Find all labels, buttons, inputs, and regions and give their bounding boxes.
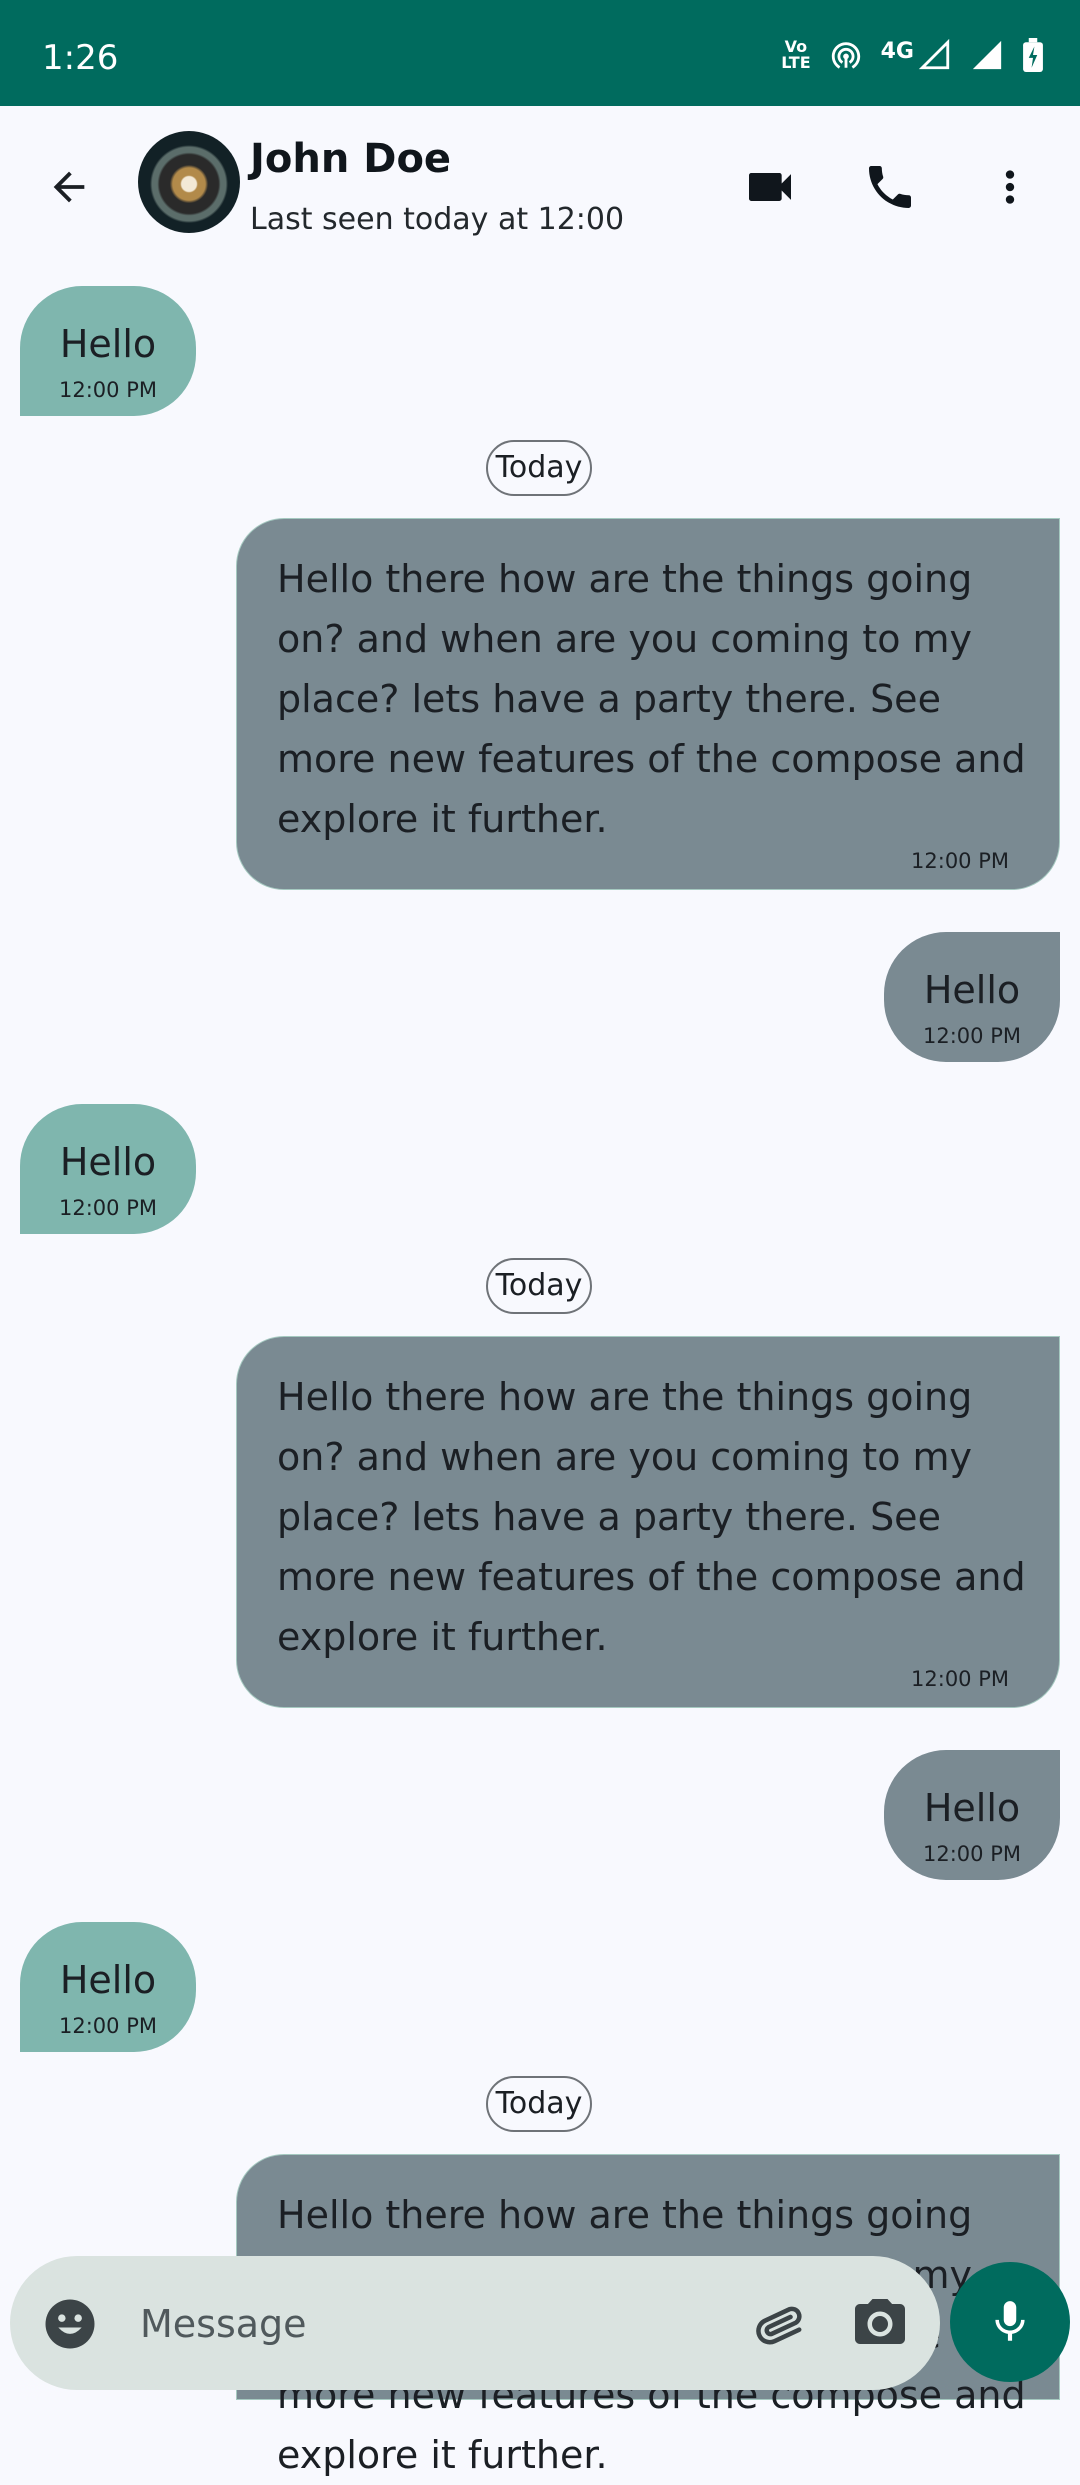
volte-bottom-label: LTE <box>781 53 811 72</box>
message-time: 12:00 PM <box>911 1667 1009 1691</box>
message-time: 12:00 PM <box>911 849 1009 873</box>
emoji-icon[interactable] <box>42 2296 98 2352</box>
message-text: Hello <box>923 968 1021 1012</box>
message-time: 12:00 PM <box>923 1024 1021 1048</box>
contact-name[interactable]: John Doe <box>250 136 451 182</box>
mic-icon <box>995 2301 1025 2341</box>
more-options-button[interactable] <box>975 152 1045 222</box>
incoming-message[interactable]: Hello 12:00 PM <box>20 286 196 416</box>
message-text: Hello there how are the things going on?… <box>277 557 1026 841</box>
outgoing-message[interactable]: Hello there how are the things going on?… <box>236 1336 1060 1708</box>
message-time: 12:00 PM <box>923 1842 1021 1866</box>
message-time: 12:00 PM <box>59 2014 157 2038</box>
voice-call-button[interactable] <box>855 152 925 222</box>
status-icons: Vo LTE 4G <box>781 38 1044 72</box>
battery-icon <box>1023 38 1043 72</box>
network-type: 4G <box>880 38 914 64</box>
date-separator: Today <box>486 1258 592 1314</box>
signal-full-icon <box>972 40 1002 70</box>
message-text: Hello <box>923 1786 1021 1830</box>
message-input[interactable] <box>138 2290 702 2358</box>
message-composer <box>10 2256 940 2390</box>
signal-icon <box>918 38 950 70</box>
status-bar: 1:26 Vo LTE 4G <box>0 0 1080 106</box>
message-time: 12:00 PM <box>59 378 157 402</box>
last-seen-status: Last seen today at 12:00 <box>250 202 625 237</box>
camera-icon[interactable] <box>850 2294 910 2354</box>
hotspot-icon <box>831 42 860 69</box>
back-button[interactable] <box>34 152 104 222</box>
voice-record-button[interactable] <box>950 2262 1070 2382</box>
date-separator: Today <box>486 2076 592 2132</box>
outgoing-message[interactable]: Hello 12:00 PM <box>884 1750 1060 1880</box>
arrow-back-icon <box>53 171 85 203</box>
incoming-message[interactable]: Hello 12:00 PM <box>20 1104 196 1234</box>
attach-icon[interactable] <box>750 2294 810 2354</box>
message-text: Hello there how are the things going on?… <box>277 1375 1026 1659</box>
incoming-message[interactable]: Hello 12:00 PM <box>20 1922 196 2052</box>
message-text: Hello <box>59 1958 157 2002</box>
volte-indicator: Vo LTE <box>781 39 810 71</box>
date-separator: Today <box>486 440 592 496</box>
outgoing-message[interactable]: Hello 12:00 PM <box>884 932 1060 1062</box>
message-text: Hello <box>59 322 157 366</box>
message-time: 12:00 PM <box>59 1196 157 1220</box>
message-text: Hello <box>59 1140 157 1184</box>
video-call-button[interactable] <box>735 152 805 222</box>
videocam-icon <box>749 173 791 201</box>
avatar[interactable] <box>138 131 240 233</box>
chat-app-bar: John Doe Last seen today at 12:00 <box>0 106 1080 266</box>
status-time: 1:26 <box>42 38 119 78</box>
outgoing-message[interactable]: Hello there how are the things going on?… <box>236 518 1060 890</box>
phone-icon <box>869 166 911 208</box>
more-vert-icon <box>1005 170 1015 204</box>
